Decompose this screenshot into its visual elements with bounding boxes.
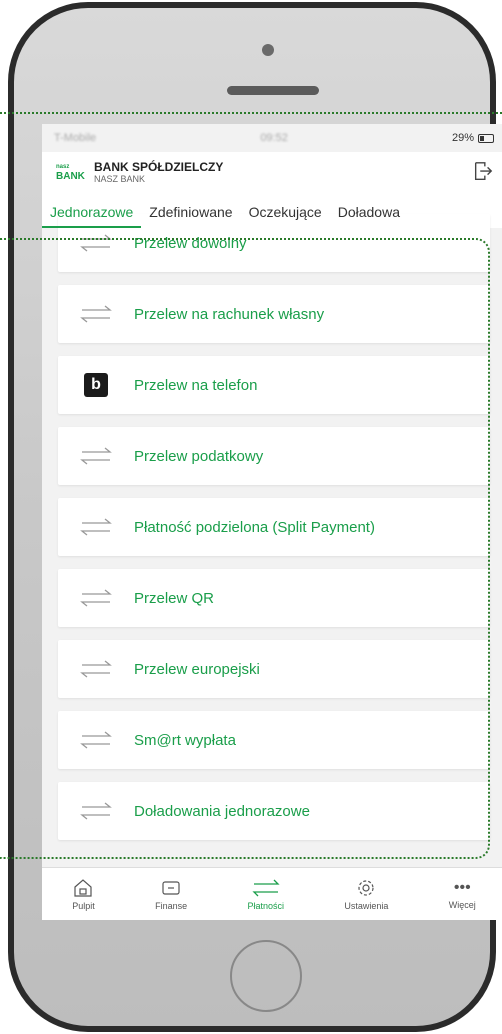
- camera: [262, 44, 274, 56]
- tab-doladowania[interactable]: Doładowa: [330, 204, 408, 228]
- nav-wiecej[interactable]: ••• Więcej: [449, 879, 476, 910]
- logo-mark: nasz BANK: [56, 164, 85, 182]
- home-button[interactable]: [230, 940, 302, 1012]
- status-bar: T-Mobile 09:52 29%: [42, 124, 502, 152]
- carrier: T-Mobile: [54, 132, 97, 144]
- tab-zdefiniowane[interactable]: Zdefiniowane: [141, 204, 240, 228]
- nav-finanse[interactable]: Finanse: [155, 878, 187, 911]
- tab-oczekujace[interactable]: Oczekujące: [241, 204, 330, 228]
- app-header: nasz BANK BANK SPÓŁDZIELCZY NASZ BANK: [42, 152, 502, 192]
- bank-logo: nasz BANK BANK SPÓŁDZIELCZY NASZ BANK: [56, 160, 223, 184]
- nav-ustawienia[interactable]: Ustawienia: [344, 878, 388, 911]
- bottom-nav: Pulpit Finanse Płatności Ustawienia ••• …: [42, 867, 502, 920]
- battery-icon: [478, 133, 494, 143]
- home-icon: [74, 878, 93, 897]
- battery-percent: 29%: [451, 132, 474, 144]
- more-icon: •••: [453, 878, 471, 896]
- bank-name: BANK SPÓŁDZIELCZY: [94, 160, 224, 174]
- battery-indicator: 29%: [452, 132, 494, 144]
- logout-icon[interactable]: [472, 160, 494, 182]
- time: 09:52: [260, 132, 288, 144]
- nav-pulpit[interactable]: Pulpit: [72, 878, 95, 911]
- nav-platnosci[interactable]: Płatności: [247, 878, 284, 911]
- bank-sub: NASZ BANK: [94, 174, 146, 184]
- tab-jednorazowe[interactable]: Jednorazowe: [42, 204, 142, 228]
- annotation-list-outline: [0, 238, 490, 859]
- wallet-icon: [162, 880, 180, 895]
- annotation-status-outline: [0, 112, 502, 114]
- speaker: [227, 86, 319, 95]
- transfer-icon: [252, 879, 280, 896]
- gear-icon: [358, 879, 375, 896]
